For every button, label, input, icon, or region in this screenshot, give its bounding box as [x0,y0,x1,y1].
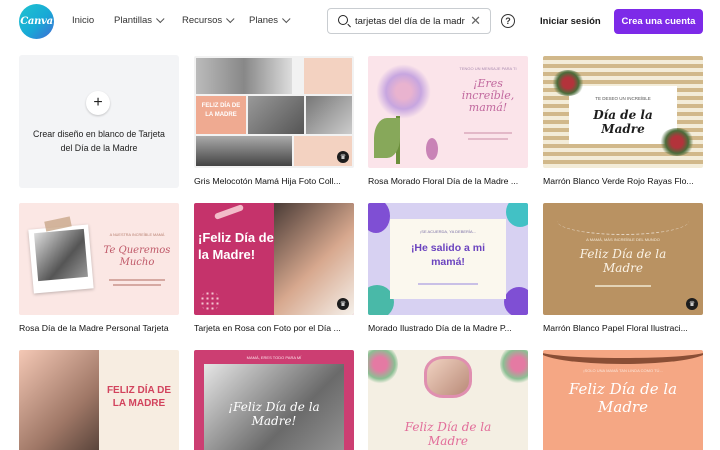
pro-crown-icon: ♛ [337,298,349,310]
pro-crown-icon: ♛ [686,298,698,310]
thumbnail-small-text: ¡SE ACUERDA, YA DEBERÍA... [419,229,477,234]
template-thumbnail: ¡SOLO UNA MAMÁ TAN LINDA COMO TÚ... Feli… [543,350,703,450]
chevron-down-icon [282,14,291,23]
search-box: ✕ [327,8,491,34]
template-thumbnail: A MAMÁ, MÁS INCREÍBLE DEL MUNDO Feliz Dí… [543,203,703,315]
nav-label: Planes [249,15,279,26]
template-title: Morado Ilustrado Día de la Madre P... [368,323,512,333]
template-thumbnail: FELIZ DÍA DE LA MADRE [19,350,179,450]
nav-label: Recursos [182,15,223,26]
template-thumbnail: TENGO UN MENSAJE PARA TI ¡Eres increíble… [368,56,528,168]
thumbnail-small-text: TENGO UN MENSAJE PARA TI [459,66,517,71]
thumbnail-text: Día de la Madre [593,108,653,136]
template-thumbnail: ¡Feliz Día de la Madre! ♛ [194,203,354,315]
thumbnail-text: Feliz Día de la Madre [579,247,667,275]
template-title: Tarjeta en Rosa con Foto por el Día ... [194,323,341,333]
plus-icon: + [86,91,110,115]
create-blank-design-card[interactable]: + Crear diseño en blanco de Tarjeta del … [19,55,179,188]
thumbnail-text: ¡Feliz Día de la Madre! [228,400,320,428]
pro-crown-icon: ♛ [337,151,349,163]
thumbnail-small-text: ¡SOLO UNA MAMÁ TAN LINDA COMO TÚ... [583,368,663,373]
thumbnail-text: ¡Feliz Día de la Madre! [198,230,274,262]
blank-card-label: Crear diseño en blanco de Tarjeta del Dí… [33,129,165,153]
template-thumbnail: FELIZ DÍA DE LA MADRE ♛ [194,56,354,168]
thumbnail-text: FELIZ DÍA DE LA MADRE [201,103,241,118]
login-button[interactable]: Iniciar sesión [533,11,608,31]
nav-label: Plantillas [114,15,153,26]
template-title: Rosa Morado Floral Día de la Madre ... [368,176,519,186]
nav-label: Inicio [72,15,95,26]
template-thumbnail: TE DESEO UN INCREÍBLE Día de la Madre [543,56,703,168]
thumbnail-text: Feliz Día de la Madre [404,420,492,448]
thumbnail-text: ¡He salido a mi mamá! [410,242,486,268]
template-thumbnail: MAMÁ, ERES TODO PARA MÍ ¡Feliz Día de la… [194,350,354,450]
chevron-down-icon [226,14,235,23]
chevron-down-icon [156,14,165,23]
template-title: Marrón Blanco Verde Rojo Rayas Flo... [543,176,694,186]
template-thumbnail: ¡SE ACUERDA, YA DEBERÍA... ¡He salido a … [368,203,528,315]
signup-button[interactable]: Crea una cuenta [614,9,703,34]
template-title: Rosa Día de la Madre Personal Tarjeta [19,323,169,333]
template-title: Gris Melocotón Mamá Hija Foto Coll... [194,176,341,186]
search-input[interactable] [355,14,465,29]
canva-logo[interactable]: Canva [19,4,54,39]
thumbnail-text: Feliz Día de la Madre [568,380,678,416]
nav-plantillas[interactable]: Plantillas [114,14,165,26]
nav-planes[interactable]: Planes [249,14,291,26]
top-header: Canva Inicio Plantillas Recursos Planes … [0,0,720,44]
thumbnail-small-text: TE DESEO UN INCREÍBLE [595,96,651,101]
thumbnail-small-text: MAMÁ, ERES TODO PARA MÍ [246,355,302,360]
template-thumbnail: A NUESTRA INCREÍBLE MAMÁ Te Queremos Muc… [19,203,179,315]
nav-recursos[interactable]: Recursos [182,14,235,26]
template-title: Marrón Blanco Papel Floral Ilustraci... [543,323,688,333]
thumbnail-small-text: A MAMÁ, MÁS INCREÍBLE DEL MUNDO [586,237,660,242]
thumbnail-text: Te Queremos Mucho [103,245,171,268]
thumbnail-text: ¡Eres increíble, mamá! [461,77,515,114]
search-icon [338,15,348,25]
thumbnail-text: FELIZ DÍA DE LA MADRE [106,385,172,409]
thumbnail-small-text: A NUESTRA INCREÍBLE MAMÁ [109,233,165,237]
nav-inicio[interactable]: Inicio [72,15,94,26]
help-icon[interactable]: ? [501,14,515,28]
template-thumbnail: Feliz Día de la Madre [368,350,528,450]
clear-search-icon[interactable]: ✕ [470,14,481,28]
